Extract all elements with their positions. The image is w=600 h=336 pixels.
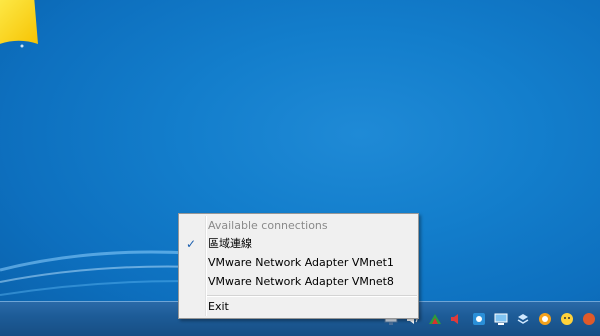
emoji-icon[interactable]	[559, 311, 575, 327]
app-icon[interactable]	[581, 311, 597, 327]
windows-logo-fragment	[0, 0, 38, 48]
tool-icon[interactable]	[427, 311, 443, 327]
header-label: Available connections	[208, 219, 328, 232]
menu-item-label: VMware Network Adapter VMnet1	[208, 256, 394, 269]
exit-label: Exit	[208, 300, 229, 313]
menu-item-exit[interactable]: Exit	[179, 298, 418, 316]
menu-item-local-connection[interactable]: ✓ 區域連線	[179, 235, 418, 253]
record-icon[interactable]	[537, 311, 553, 327]
menu-item-vmnet8[interactable]: VMware Network Adapter VMnet8	[179, 273, 418, 291]
speaker-muted-icon[interactable]	[449, 311, 465, 327]
menu-item-label: VMware Network Adapter VMnet8	[208, 275, 394, 288]
menu-item-vmnet1[interactable]: VMware Network Adapter VMnet1	[179, 254, 418, 272]
menu-item-label: 區域連線	[208, 237, 252, 250]
display-icon[interactable]	[493, 311, 509, 327]
connections-menu: Available connections ✓ 區域連線 VMware Netw…	[178, 213, 419, 319]
sync-icon[interactable]	[471, 311, 487, 327]
dropbox-icon[interactable]	[515, 311, 531, 327]
menu-separator	[207, 295, 417, 297]
available-connections-header: Available connections	[179, 217, 418, 235]
checkmark-icon: ✓	[186, 237, 197, 251]
